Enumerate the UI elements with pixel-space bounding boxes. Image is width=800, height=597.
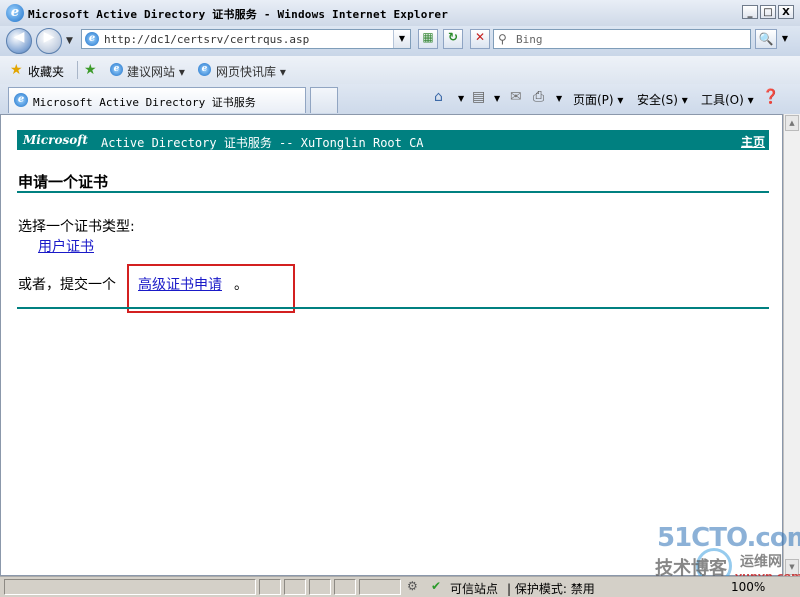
feeds-icon[interactable]: ▤ [472, 89, 485, 105]
window-controls: _ □ X [742, 5, 794, 19]
popup-blocker-icon[interactable]: ⚙ [407, 579, 418, 593]
minimize-button[interactable]: _ [742, 5, 758, 19]
help-icon[interactable]: ❓ [762, 89, 779, 105]
suggested-sites-link[interactable]: 建议网站 ▾ [127, 63, 185, 80]
favorites-bar: ★ 收藏夹 ★ e 建议网站 ▾ e 网页快讯库 ▾ [0, 56, 800, 85]
maximize-button[interactable]: □ [760, 5, 776, 19]
watermark-ops-text: 运维网 [740, 554, 782, 570]
protected-mode[interactable]: | 保护模式: 禁用 [507, 580, 595, 597]
title-bar: e Microsoft Active Directory 证书服务 - Wind… [0, 0, 800, 27]
tools-menu[interactable]: 工具(O) ▾ [701, 91, 754, 108]
suggested-sites-icon: e [110, 63, 123, 76]
window-title: Microsoft Active Directory 证书服务 - Window… [28, 8, 449, 21]
zoom-level[interactable]: 100% [731, 580, 765, 594]
web-slice-gallery-link[interactable]: 网页快讯库 ▾ [216, 63, 286, 80]
tab-row: e Microsoft Active Directory 证书服务 ⌂ ▼ ▤ … [0, 84, 800, 115]
refresh-icon[interactable]: ↻ [443, 29, 463, 49]
close-button[interactable]: X [778, 5, 794, 19]
address-dropdown-icon[interactable]: ▼ [393, 30, 410, 48]
tab-current[interactable]: e Microsoft Active Directory 证书服务 [8, 87, 306, 113]
ie-logo-icon: e [6, 4, 24, 22]
compatibility-view-icon[interactable]: ▦ [418, 29, 438, 49]
page-icon: e [85, 32, 99, 46]
page-content: Microsoft Active Directory 证书服务 -- XuTon… [0, 114, 783, 576]
security-zone[interactable]: 可信站点 [450, 580, 498, 597]
search-options-dropdown-icon[interactable]: ▼ [779, 29, 791, 49]
address-url[interactable]: http://dc1/certsrv/certrqus.asp [104, 33, 309, 46]
bing-logo-icon: ⚲ [498, 32, 507, 46]
tab-page-icon: e [14, 93, 28, 107]
ie-window: e Microsoft Active Directory 证书服务 - Wind… [0, 0, 800, 597]
back-button[interactable]: ◀ [6, 28, 32, 54]
status-cell-3 [309, 579, 331, 595]
status-cell-1 [259, 579, 281, 595]
vertical-scrollbar[interactable]: ▲ ▼ [783, 114, 800, 576]
tab-title: Microsoft Active Directory 证书服务 [33, 96, 256, 109]
favorites-star-icon[interactable]: ★ [10, 62, 23, 78]
address-bar[interactable]: e http://dc1/certsrv/certrqus.asp ▼ [81, 29, 411, 49]
safety-menu[interactable]: 安全(S) ▾ [637, 91, 688, 108]
status-bar: ⚙ ✔ 可信站点 | 保护模式: 禁用 100% [0, 576, 800, 597]
home-dropdown-icon[interactable]: ▼ [458, 94, 464, 103]
or-submit-text: 或者，提交一个 [18, 277, 116, 293]
highlight-box [127, 264, 295, 313]
forward-button[interactable]: ▶ [36, 28, 62, 54]
stop-icon[interactable]: ✕ [470, 29, 490, 49]
page-title: 申请一个证书 [18, 173, 109, 191]
scroll-up-icon[interactable]: ▲ [785, 115, 799, 131]
print-icon[interactable]: ⎙ [533, 89, 544, 105]
service-banner: Microsoft Active Directory 证书服务 -- XuTon… [17, 130, 769, 150]
mail-icon[interactable]: ✉ [510, 89, 522, 105]
home-link[interactable]: 主页 [741, 133, 765, 150]
address-row: ◀ ▶ ▼ e http://dc1/certsrv/certrqus.asp … [0, 26, 800, 56]
watermark-logo: 51CTO.com [657, 523, 800, 553]
history-dropdown-icon[interactable]: ▼ [66, 36, 73, 46]
favorites-button[interactable]: 收藏夹 [28, 63, 64, 80]
status-cell-2 [284, 579, 306, 595]
user-certificate-link[interactable]: 用户证书 [38, 236, 94, 256]
page-menu[interactable]: 页面(P) ▾ [573, 91, 623, 108]
web-slice-gallery-icon: e [198, 63, 211, 76]
banner-brand: Microsoft [23, 133, 88, 147]
new-tab-button[interactable] [310, 87, 338, 113]
home-icon[interactable]: ⌂ [434, 89, 443, 105]
feeds-dropdown-icon[interactable]: ▼ [494, 94, 500, 103]
search-placeholder: Bing [516, 33, 543, 46]
search-icon[interactable]: 🔍 [755, 29, 777, 49]
print-dropdown-icon[interactable]: ▼ [556, 94, 562, 103]
choose-type-label: 选择一个证书类型: [18, 219, 135, 235]
status-cell-4 [334, 579, 356, 595]
divider-top [17, 191, 769, 193]
status-cell-5 [359, 579, 401, 595]
trusted-site-check-icon: ✔ [431, 579, 442, 593]
add-to-favorites-icon[interactable]: ★ [84, 62, 97, 78]
search-input[interactable]: ⚲ Bing [493, 29, 751, 49]
divider-bottom [17, 307, 769, 309]
banner-title: Active Directory 证书服务 -- XuTonglin Root … [101, 136, 424, 150]
favorites-separator [77, 61, 78, 79]
status-message [4, 579, 256, 595]
